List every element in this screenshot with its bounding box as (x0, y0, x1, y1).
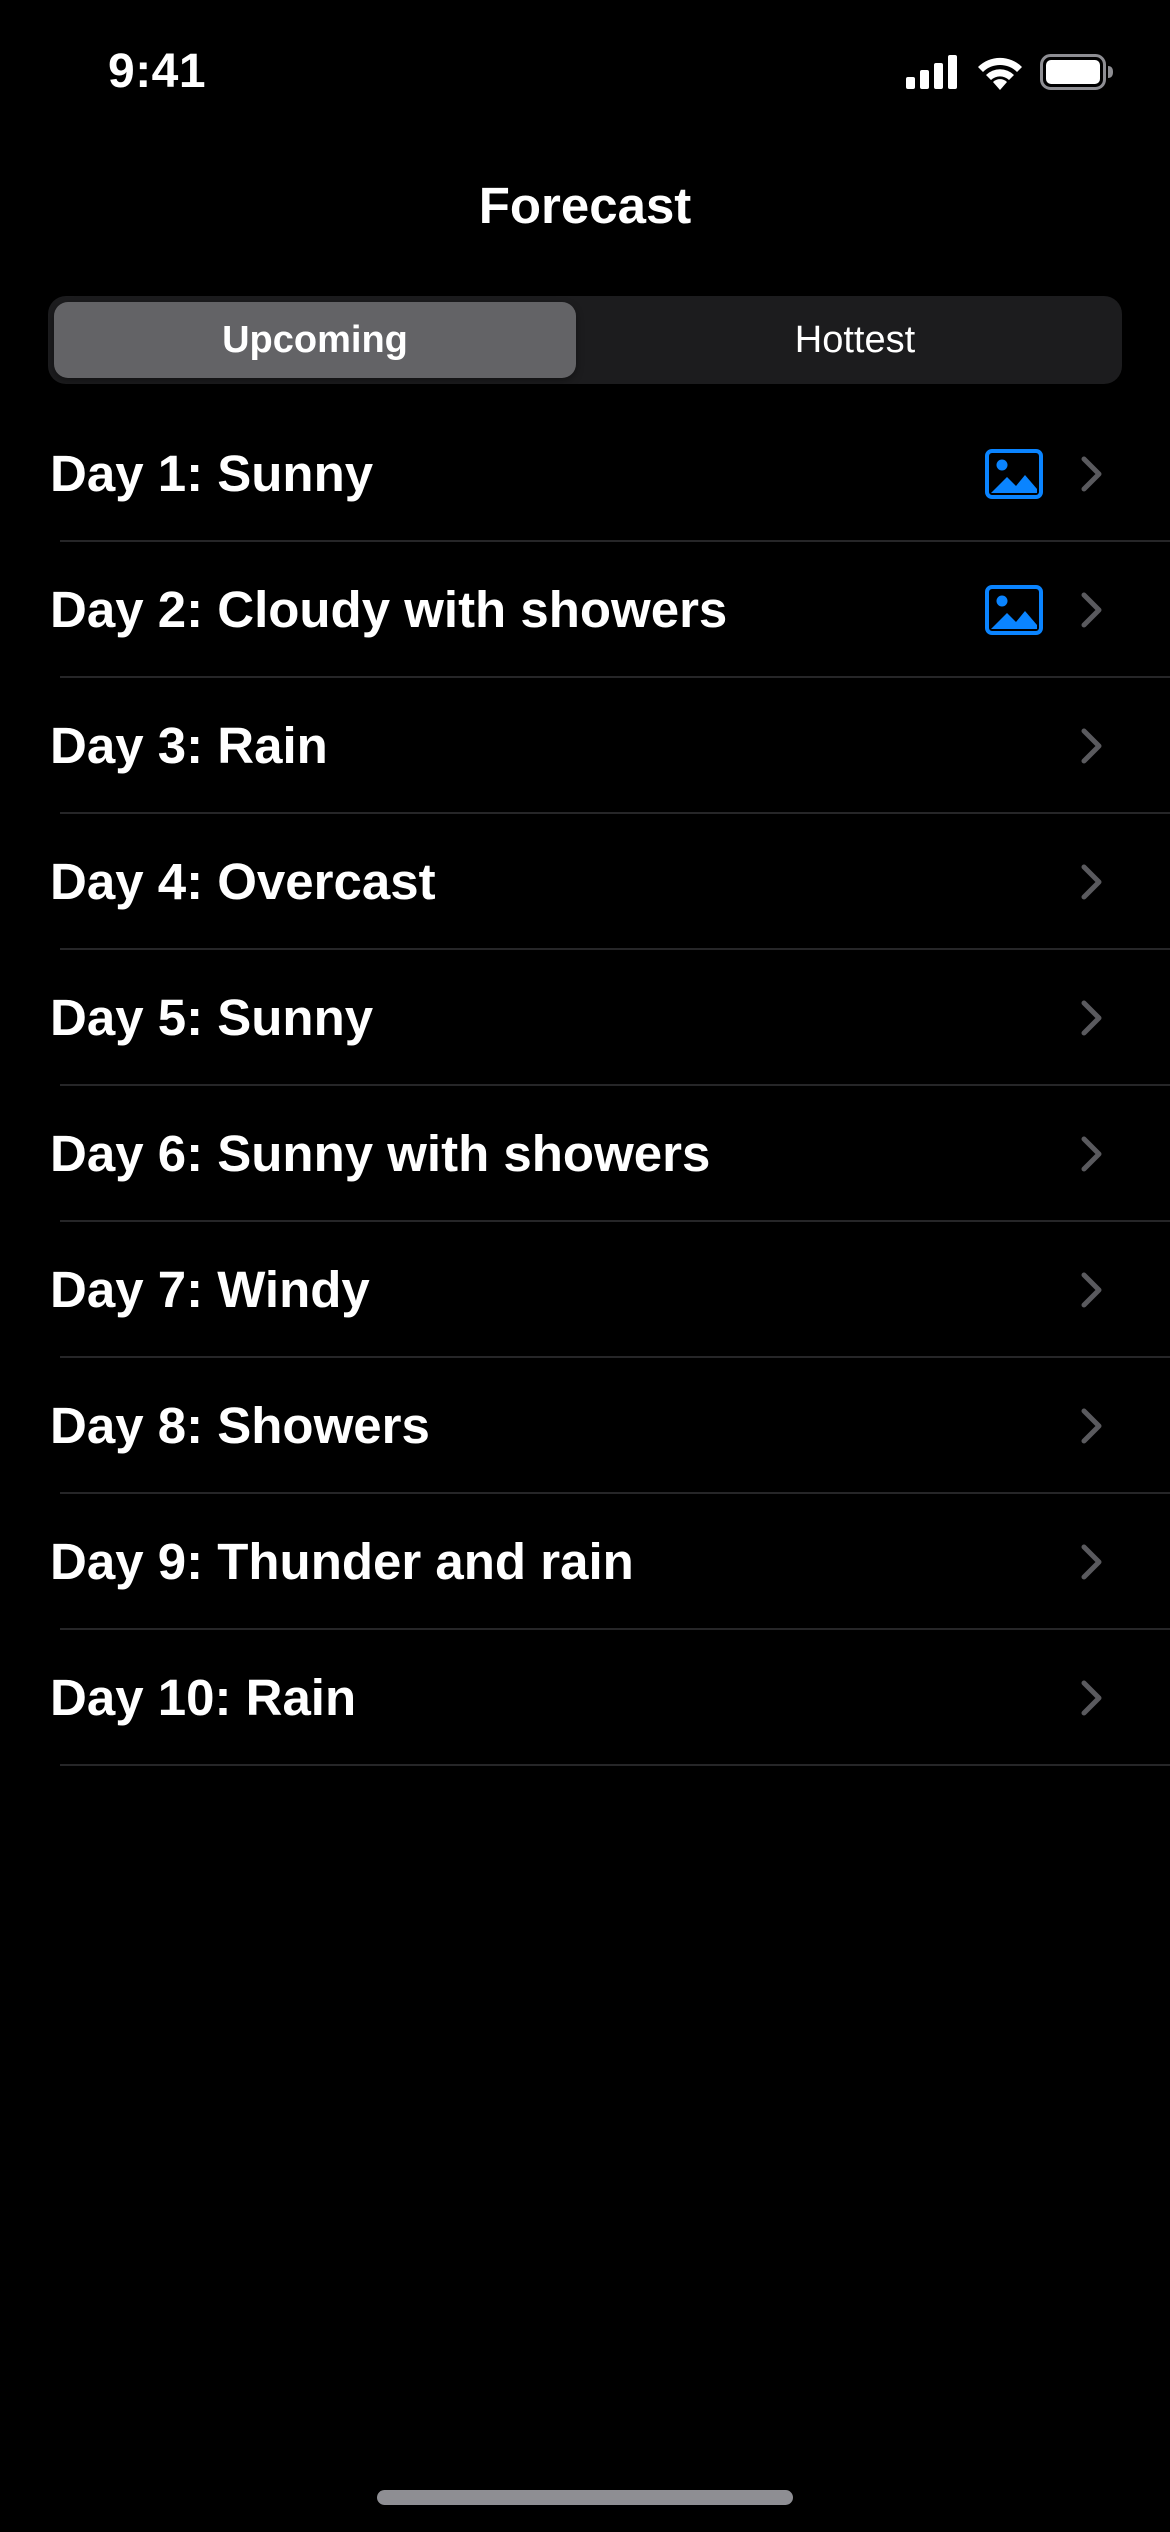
forecast-row-label: Day 2: Cloudy with showers (50, 581, 728, 638)
photo-icon (985, 449, 1043, 499)
forecast-row[interactable]: Day 2: Cloudy with showers (0, 542, 1170, 678)
chevron-right-icon (1081, 1000, 1102, 1036)
forecast-row-label: Day 3: Rain (50, 717, 328, 774)
photo-icon (985, 585, 1043, 635)
forecast-row-label: Day 5: Sunny (50, 989, 374, 1046)
chevron-right-icon (1081, 1544, 1102, 1580)
segment-hottest[interactable]: Hottest (594, 302, 1116, 378)
cellular-signal-icon (906, 55, 957, 89)
status-bar: 9:41 (0, 0, 1170, 150)
segment-hottest-label: Hottest (794, 318, 916, 361)
battery-icon (1040, 54, 1113, 90)
chevron-right-icon (1081, 1408, 1102, 1444)
forecast-row[interactable]: Day 8: Showers (0, 1358, 1170, 1494)
chevron-right-icon (1081, 592, 1102, 628)
row-separator (60, 1764, 1170, 1766)
chevron-right-icon (1081, 1680, 1102, 1716)
forecast-row[interactable]: Day 5: Sunny (0, 950, 1170, 1086)
forecast-row-label: Day 9: Thunder and rain (50, 1533, 634, 1590)
forecast-row-label: Day 7: Windy (50, 1261, 370, 1318)
forecast-row-label: Day 6: Sunny with showers (50, 1125, 711, 1182)
forecast-row[interactable]: Day 9: Thunder and rain (0, 1494, 1170, 1630)
forecast-segmented-control[interactable]: Upcoming Hottest (48, 296, 1122, 384)
forecast-row[interactable]: Day 4: Overcast (0, 814, 1170, 950)
forecast-list: Day 1: Sunny Day 2: Cloudy with showers … (0, 406, 1170, 1766)
forecast-row-label: Day 1: Sunny (50, 445, 374, 502)
page-title: Forecast (478, 177, 692, 234)
status-time: 9:41 (108, 45, 207, 98)
forecast-row[interactable]: Day 3: Rain (0, 678, 1170, 814)
chevron-right-icon (1081, 1136, 1102, 1172)
status-icons (906, 54, 1114, 90)
chevron-right-icon (1081, 864, 1102, 900)
forecast-row[interactable]: Day 1: Sunny (0, 406, 1170, 542)
chevron-right-icon (1081, 1272, 1102, 1308)
forecast-row[interactable]: Day 6: Sunny with showers (0, 1086, 1170, 1222)
forecast-row[interactable]: Day 10: Rain (0, 1630, 1170, 1766)
forecast-row-label: Day 8: Showers (50, 1397, 430, 1454)
chevron-right-icon (1081, 728, 1102, 764)
forecast-row[interactable]: Day 7: Windy (0, 1222, 1170, 1358)
segment-upcoming[interactable]: Upcoming (54, 302, 576, 378)
segment-upcoming-label: Upcoming (222, 318, 408, 361)
forecast-row-label: Day 4: Overcast (50, 853, 436, 910)
home-indicator[interactable] (377, 2490, 793, 2505)
wifi-icon (978, 57, 1022, 90)
forecast-row-label: Day 10: Rain (50, 1669, 357, 1726)
chevron-right-icon (1081, 456, 1102, 492)
